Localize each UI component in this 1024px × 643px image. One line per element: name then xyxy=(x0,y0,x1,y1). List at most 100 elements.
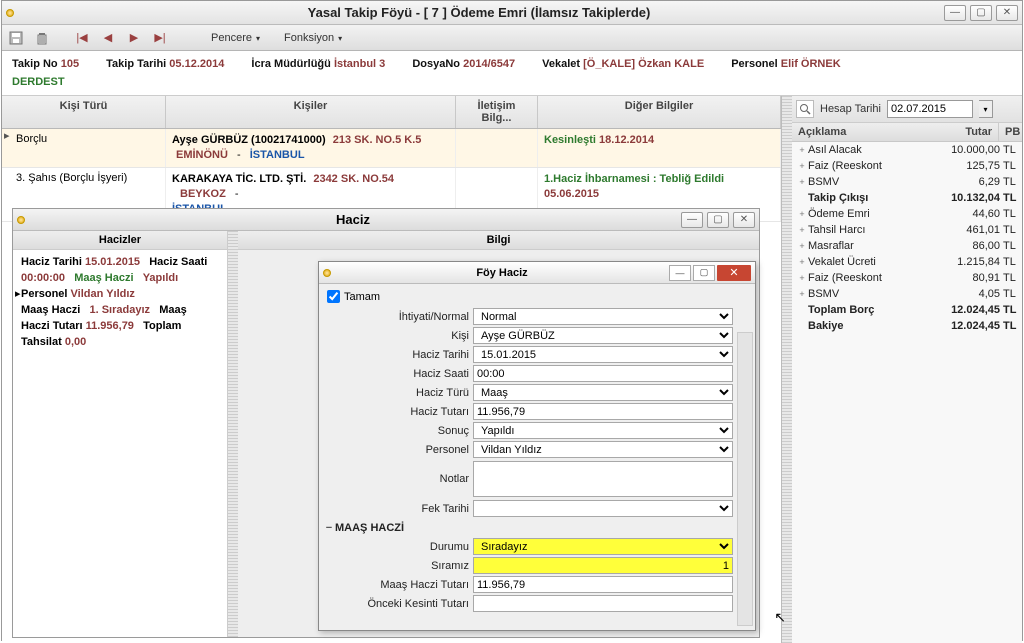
field-notlar[interactable] xyxy=(473,461,733,497)
field-tutar[interactable] xyxy=(473,403,733,420)
hacizler-header[interactable]: Hacizler xyxy=(13,231,227,250)
dialog-min-button[interactable]: — xyxy=(669,265,691,281)
summary-amount: 44,60 xyxy=(928,208,1000,220)
haciz-splitter[interactable] xyxy=(228,231,238,637)
summary-unit: TL xyxy=(1000,240,1018,252)
expand-icon[interactable]: + xyxy=(796,177,808,187)
dosya-label: DosyaNo xyxy=(412,58,460,70)
sum-col-pb[interactable]: PB xyxy=(998,123,1022,141)
field-mht[interactable] xyxy=(473,576,733,593)
field-fek[interactable] xyxy=(473,500,733,517)
summary-row[interactable]: +Tahsil Harcı461,01TL xyxy=(792,222,1022,238)
summary-name: Toplam Borç xyxy=(808,304,928,316)
dialog-max-button[interactable]: ▢ xyxy=(693,265,715,281)
summary-name: Faiz (Reeskont xyxy=(808,160,928,172)
summary-amount: 1.215,84 xyxy=(928,256,1000,268)
close-button[interactable]: ✕ xyxy=(996,5,1018,21)
summary-row[interactable]: +Ödeme Emri44,60TL xyxy=(792,206,1022,222)
field-tarih[interactable]: 15.01.2015 xyxy=(473,346,733,363)
expand-icon[interactable]: + xyxy=(796,225,808,235)
expand-icon[interactable]: + xyxy=(796,145,808,155)
menu-pencere-label: Pencere xyxy=(211,32,252,44)
section-maas-haczi[interactable]: −MAAŞ HACZİ xyxy=(323,518,733,537)
expand-icon[interactable]: + xyxy=(796,273,808,283)
dialog-title: Föy Haciz xyxy=(335,267,669,279)
sum-col-tutar[interactable]: Tutar xyxy=(926,123,998,141)
field-durumu[interactable]: Sıradayız xyxy=(473,538,733,555)
col-diger[interactable]: Diğer Bilgiler xyxy=(538,96,781,128)
main-splitter[interactable] xyxy=(782,96,792,643)
summary-name: BSMV xyxy=(808,288,928,300)
summary-name: Asıl Alacak xyxy=(808,144,928,156)
summary-row[interactable]: +BSMV6,29TL xyxy=(792,174,1022,190)
takip-no-label: Takip No xyxy=(12,58,58,70)
summary-unit: TL xyxy=(1000,288,1018,300)
first-icon[interactable]: |◀ xyxy=(72,28,92,48)
summary-row[interactable]: +Asıl Alacak10.000,00TL xyxy=(792,142,1022,158)
summary-row[interactable]: +Vekalet Ücreti1.215,84TL xyxy=(792,254,1022,270)
summary-row[interactable]: +Faiz (Reeskont80,91TL xyxy=(792,270,1022,286)
col-tur[interactable]: Kişi Türü xyxy=(2,96,166,128)
haciz-max-button[interactable]: ▢ xyxy=(707,212,729,228)
lbl-personel: Personel xyxy=(323,444,473,456)
field-saat[interactable] xyxy=(473,365,733,382)
field-turu[interactable]: Maaş xyxy=(473,384,733,401)
haciz-subwindow: Haciz — ▢ ✕ Hacizler Haciz Tarihi 15.01.… xyxy=(12,208,760,638)
summary-amount: 80,91 xyxy=(928,272,1000,284)
summary-row[interactable]: Bakiye12.024,45TL xyxy=(792,318,1022,334)
bilgi-header[interactable]: Bilgi xyxy=(238,231,759,250)
delete-icon[interactable] xyxy=(32,28,52,48)
dialog-close-button[interactable]: ✕ xyxy=(717,265,751,281)
hacizler-body[interactable]: Haciz Tarihi 15.01.2015 Haciz Saati 00:0… xyxy=(13,250,227,637)
maximize-button[interactable]: ▢ xyxy=(970,5,992,21)
field-ihtiyati[interactable]: Normal xyxy=(473,308,733,325)
tamam-checkbox[interactable] xyxy=(327,290,340,303)
sum-col-aciklama[interactable]: Açıklama xyxy=(792,123,926,141)
minimize-button[interactable]: — xyxy=(944,5,966,21)
menu-pencere[interactable]: Pencere▾ xyxy=(202,29,269,47)
hesap-tarihi-drop-icon[interactable]: ▾ xyxy=(979,100,993,118)
expand-icon[interactable]: + xyxy=(796,209,808,219)
haciz-icon xyxy=(17,216,25,224)
summary-unit: TL xyxy=(1000,144,1018,156)
prev-icon[interactable]: ◀ xyxy=(98,28,118,48)
icra-label: İcra Müdürlüğü xyxy=(251,58,330,70)
vekalet-value: [Ö_KALE] Özkan KALE xyxy=(583,58,704,70)
lbl-kisi: Kişi xyxy=(323,330,473,342)
summary-amount: 12.024,45 xyxy=(928,304,1000,316)
summary-row[interactable]: +Masraflar86,00TL xyxy=(792,238,1022,254)
expand-icon[interactable]: + xyxy=(796,161,808,171)
col-kisi[interactable]: Kişiler xyxy=(166,96,456,128)
search-icon[interactable] xyxy=(796,100,814,118)
field-siramiz[interactable] xyxy=(473,557,733,574)
summary-row[interactable]: Toplam Borç12.024,45TL xyxy=(792,302,1022,318)
summary-unit: TL xyxy=(1000,224,1018,236)
titlebar: Yasal Takip Föyü - [ 7 ] Ödeme Emri (İla… xyxy=(2,1,1022,25)
person-diger: Kesinleşti 18.12.2014 xyxy=(538,129,781,167)
dialog-icon xyxy=(323,269,331,277)
haciz-min-button[interactable]: — xyxy=(681,212,703,228)
summary-unit: TL xyxy=(1000,208,1018,220)
field-okt[interactable] xyxy=(473,595,733,612)
expand-icon[interactable]: + xyxy=(796,289,808,299)
menu-fonksiyon[interactable]: Fonksiyon▾ xyxy=(275,29,351,47)
summary-unit: TL xyxy=(1000,256,1018,268)
col-ile[interactable]: İletişim Bilg... xyxy=(456,96,538,128)
dialog-scrollbar[interactable] xyxy=(737,332,753,626)
summary-name: Faiz (Reeskont xyxy=(808,272,928,284)
hesap-tarihi-input[interactable] xyxy=(887,100,973,118)
last-icon[interactable]: ▶| xyxy=(150,28,170,48)
field-kisi[interactable]: Ayşe GÜRBÜZ xyxy=(473,327,733,344)
save-icon[interactable] xyxy=(6,28,26,48)
field-personel[interactable]: Vildan Yıldız xyxy=(473,441,733,458)
person-row[interactable]: Borçlu Ayşe GÜRBÜZ (10021741000) 213 SK.… xyxy=(2,129,781,168)
field-sonuc[interactable]: Yapıldı xyxy=(473,422,733,439)
expand-icon[interactable]: + xyxy=(796,241,808,251)
summary-row[interactable]: +Faiz (Reeskont125,75TL xyxy=(792,158,1022,174)
next-icon[interactable]: ▶ xyxy=(124,28,144,48)
dosya-value: 2014/6547 xyxy=(463,58,515,70)
summary-row[interactable]: Takip Çıkışı10.132,04TL xyxy=(792,190,1022,206)
haciz-close-button[interactable]: ✕ xyxy=(733,212,755,228)
summary-row[interactable]: +BSMV4,05TL xyxy=(792,286,1022,302)
expand-icon[interactable]: + xyxy=(796,257,808,267)
